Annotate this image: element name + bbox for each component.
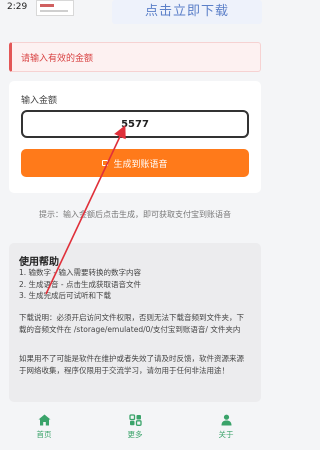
help-title: 使用帮助 <box>19 257 59 268</box>
nav-item-more[interactable]: 更多 <box>115 414 155 440</box>
amount-label: 输入金额 <box>21 96 58 106</box>
hint-text: 提示：输入金额后点击生成，即可获取支付宝到账语音 <box>39 210 231 219</box>
nav-label-home: 首页 <box>36 430 52 439</box>
amount-input[interactable] <box>21 110 249 138</box>
nav-item-about[interactable]: 关于 <box>206 414 246 440</box>
generate-button[interactable]: 生成到账语音 <box>21 149 249 177</box>
download-banner[interactable]: 点击立即下载 <box>112 0 262 24</box>
about-icon <box>221 414 231 426</box>
disclaimer: 如果用不了可能是软件在维护或者失效了请及时反馈，软件资源来源于网络收集，程序仅限… <box>19 354 244 375</box>
nav-label-more: 更多 <box>127 430 143 439</box>
nav-item-home[interactable]: 首页 <box>24 414 64 440</box>
generate-button-label: 生成到账语音 <box>113 159 168 170</box>
help-step: 2. 生成语音 - 点击生成获取语音文件 <box>19 279 142 289</box>
help-steps: 1. 输数字 - 输入需要转换的数字内容 2. 生成语音 - 点击生成获取语音文… <box>19 267 251 302</box>
download-note: 下载说明：必须开启访问文件权限，否则无法下载音频到文件夹，下载的音频文件在 /s… <box>19 313 244 334</box>
error-alert: 请输入有效的金额 <box>9 42 261 72</box>
amount-card: 输入金额 生成到账语音 <box>9 81 261 193</box>
download-banner-text: 点击立即下载 <box>144 4 229 19</box>
more-icon <box>128 414 142 426</box>
help-step: 1. 输数字 - 输入需要转换的数字内容 <box>19 268 142 277</box>
home-icon <box>38 414 50 426</box>
nav-label-about: 关于 <box>218 430 234 439</box>
status-time: 2:29 <box>7 2 28 12</box>
bottom-nav: 首页 更多 关于 <box>0 410 270 450</box>
error-message: 请输入有效的金额 <box>21 54 94 64</box>
app-thumbnail <box>36 0 74 16</box>
help-card: 使用帮助 1. 输数字 - 输入需要转换的数字内容 2. 生成语音 - 点击生成… <box>9 243 261 402</box>
help-step: 3. 生成完成后可试听和下载 <box>19 291 112 300</box>
voice-file-icon <box>102 160 109 166</box>
